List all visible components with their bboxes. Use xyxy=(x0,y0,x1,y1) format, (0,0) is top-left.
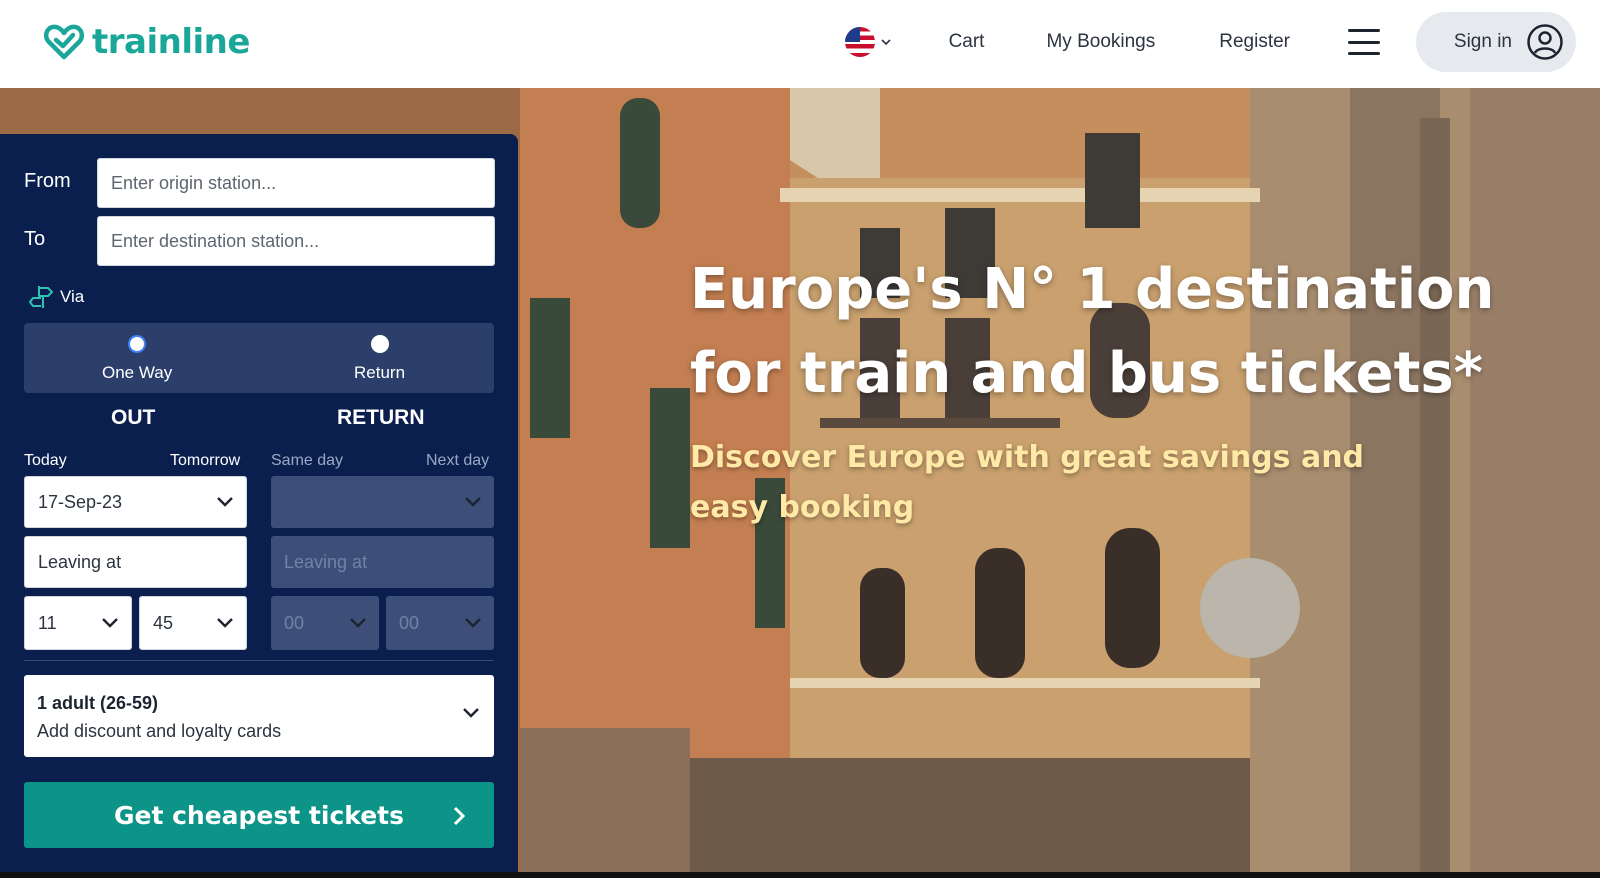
sign-in-button[interactable]: Sign in xyxy=(1416,12,1576,72)
out-leaving-at-select[interactable]: Leaving at xyxy=(24,536,247,588)
one-way-option[interactable]: One Way xyxy=(102,335,172,383)
chevron-down-icon xyxy=(350,618,366,628)
out-heading: OUT xyxy=(111,406,156,429)
return-heading: RETURN xyxy=(337,406,425,429)
top-header: trainline Cart My Bookings Register Sign… xyxy=(0,0,1600,88)
next-day-link[interactable]: Next day xyxy=(426,452,489,470)
search-panel: From Enter origin station... To Enter de… xyxy=(0,134,518,872)
out-date-value: 17-Sep-23 xyxy=(38,491,123,512)
return-label: Return xyxy=(354,363,406,382)
divider xyxy=(24,660,494,661)
out-minute-value: 45 xyxy=(153,612,174,633)
us-flag-icon xyxy=(844,27,875,57)
tomorrow-link[interactable]: Tomorrow xyxy=(170,452,240,470)
nav-my-bookings[interactable]: My Bookings xyxy=(1046,31,1155,53)
signpost-icon xyxy=(29,286,53,308)
out-leaving-label: Leaving at xyxy=(38,551,122,572)
return-hour-value: 00 xyxy=(284,612,305,633)
today-link[interactable]: Today xyxy=(24,452,67,470)
return-leaving-at-select[interactable]: Leaving at xyxy=(271,536,494,588)
nav-register[interactable]: Register xyxy=(1219,31,1290,53)
from-label: From xyxy=(24,170,71,192)
get-cheapest-tickets-button[interactable]: Get cheapest tickets xyxy=(24,782,494,848)
menu-icon[interactable] xyxy=(1348,29,1380,55)
return-date-select[interactable] xyxy=(271,476,494,528)
chevron-down-icon xyxy=(102,618,118,628)
chevron-down-icon xyxy=(465,618,481,628)
out-date-select[interactable]: 17-Sep-23 xyxy=(24,476,247,528)
return-leaving-label: Leaving at xyxy=(284,551,368,572)
trainline-logo[interactable]: trainline xyxy=(44,22,250,62)
origin-station-input[interactable]: Enter origin station... xyxy=(97,158,495,208)
out-hour-select[interactable]: 11 xyxy=(24,596,132,650)
return-option[interactable]: Return xyxy=(354,335,405,383)
sign-in-label: Sign in xyxy=(1453,31,1512,52)
chevron-right-icon xyxy=(453,806,466,826)
chevron-down-icon xyxy=(217,497,233,507)
return-minute-value: 00 xyxy=(399,612,420,633)
hero-title: Europe's N° 1 destination for train and … xyxy=(690,257,1495,406)
chevron-down-icon xyxy=(880,39,891,46)
brand-name: trainline xyxy=(92,22,250,62)
same-day-link[interactable]: Same day xyxy=(271,452,343,470)
return-hour-select[interactable]: 00 xyxy=(271,596,379,650)
discount-cards-label: Add discount and loyalty cards xyxy=(37,721,282,741)
hero-subtitle: Discover Europe with great savings and e… xyxy=(690,440,1365,525)
main-nav: Cart My Bookings Register Sign in xyxy=(844,12,1576,72)
chevron-down-icon xyxy=(463,708,479,718)
chevron-down-icon xyxy=(217,618,233,628)
language-selector[interactable] xyxy=(844,27,891,57)
cta-label: Get cheapest tickets xyxy=(113,800,405,830)
nav-cart[interactable]: Cart xyxy=(949,31,985,53)
return-minute-select[interactable]: 00 xyxy=(386,596,494,650)
via-label: Via xyxy=(60,287,85,306)
one-way-label: One Way xyxy=(102,363,173,382)
user-icon xyxy=(1527,24,1563,60)
bottom-edge xyxy=(0,872,1600,878)
destination-station-input[interactable]: Enter destination station... xyxy=(97,216,495,266)
heart-check-icon xyxy=(44,24,84,60)
out-minute-select[interactable]: 45 xyxy=(139,596,247,650)
return-radio[interactable] xyxy=(370,335,389,353)
passengers-selector[interactable]: 1 adult (26-59) Add discount and loyalty… xyxy=(24,675,494,757)
chevron-down-icon xyxy=(465,497,481,507)
passengers-count: 1 adult (26-59) xyxy=(37,693,159,713)
to-label: To xyxy=(24,228,46,250)
via-button[interactable]: Via xyxy=(28,284,84,310)
trip-type-selector: One Way Return xyxy=(24,323,494,393)
out-hour-value: 11 xyxy=(38,612,57,633)
one-way-radio[interactable] xyxy=(128,335,147,353)
